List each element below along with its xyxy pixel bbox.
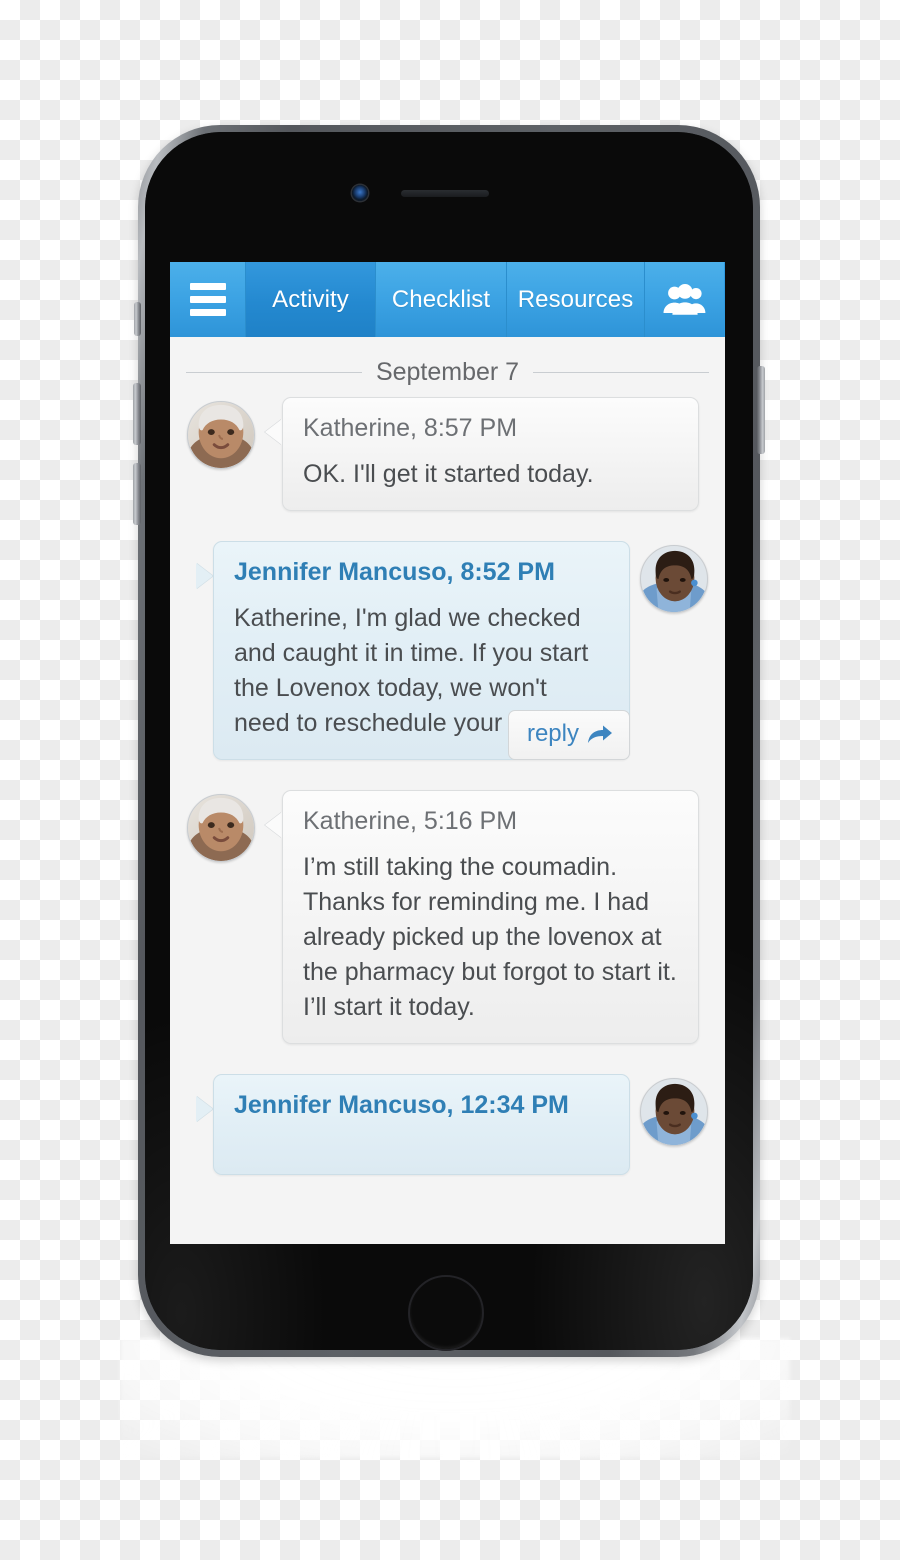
date-label: September 7: [375, 358, 520, 386]
silent-switch[interactable]: [134, 302, 141, 336]
bubble-tail-icon: [196, 563, 213, 589]
avatar[interactable]: [640, 545, 708, 613]
bubble-tail-icon: [265, 419, 282, 445]
message-bubble[interactable]: Katherine, 8:57 PM OK. I'll get it start…: [282, 397, 699, 511]
tab-checklist-label: Checklist: [391, 285, 491, 313]
bubble-wrap: Katherine, 5:16 PM I’m still taking the …: [265, 790, 699, 1044]
message-row[interactable]: Jennifer Mancuso, 12:34 PM: [170, 1074, 725, 1175]
tab-activity[interactable]: Activity: [246, 262, 376, 337]
message-header: Katherine, 5:16 PM: [303, 807, 518, 835]
date-divider: September 7: [170, 337, 725, 397]
home-button[interactable]: [408, 1275, 484, 1351]
message-body: I’m still taking the coumadin. Thanks fo…: [303, 853, 677, 1021]
navbar: Activity Checklist Resources: [170, 262, 725, 337]
message-bubble[interactable]: Katherine, 5:16 PM I’m still taking the …: [282, 790, 699, 1044]
hamburger-menu-icon: [189, 283, 226, 316]
reply-arrow-icon: [587, 723, 613, 745]
volume-up-button[interactable]: [133, 383, 141, 445]
message-bubble[interactable]: Jennifer Mancuso, 8:52 PM Katherine, I'm…: [213, 541, 630, 760]
front-camera-icon: [352, 185, 368, 201]
menu-button[interactable]: [170, 262, 246, 337]
tab-checklist[interactable]: Checklist: [376, 262, 507, 337]
message-header: Jennifer Mancuso, 8:52 PM: [234, 558, 555, 586]
message-row[interactable]: Katherine, 8:57 PM OK. I'll get it start…: [170, 397, 725, 511]
message-row[interactable]: Katherine, 5:16 PM I’m still taking the …: [170, 790, 725, 1044]
avatar[interactable]: [187, 794, 255, 862]
bubble-tail-icon: [265, 812, 282, 838]
avatar[interactable]: [187, 401, 255, 469]
tab-activity-label: Activity: [272, 285, 349, 313]
people-group-icon: [663, 283, 707, 316]
power-button[interactable]: [757, 366, 765, 454]
care-team-button[interactable]: [645, 262, 724, 337]
bubble-wrap: Katherine, 8:57 PM OK. I'll get it start…: [265, 397, 699, 511]
tab-resources[interactable]: Resources: [507, 262, 645, 337]
bubble-tail-icon: [196, 1096, 213, 1122]
bubble-wrap: Jennifer Mancuso, 8:52 PM Katherine, I'm…: [196, 541, 630, 760]
divider-rule-right: [533, 372, 710, 373]
phone-screen: Activity Checklist Resources September 7…: [170, 262, 725, 1244]
volume-down-button[interactable]: [133, 463, 141, 525]
avatar[interactable]: [640, 1078, 708, 1146]
bubble-wrap: Jennifer Mancuso, 12:34 PM: [196, 1074, 630, 1175]
reply-button-label: reply: [526, 720, 579, 747]
message-bubble[interactable]: Jennifer Mancuso, 12:34 PM: [213, 1074, 630, 1175]
divider-rule-left: [186, 372, 362, 373]
activity-feed[interactable]: September 7 Katherine, 8:57 PM OK. I'll …: [170, 337, 725, 1244]
message-header: Jennifer Mancuso, 12:34 PM: [234, 1091, 569, 1119]
reply-button[interactable]: reply: [507, 710, 630, 760]
message-header: Katherine, 8:57 PM: [303, 414, 518, 442]
earpiece-speaker: [401, 190, 489, 197]
message-body: OK. I'll get it started today.: [303, 460, 594, 488]
message-row[interactable]: Jennifer Mancuso, 8:52 PM Katherine, I'm…: [170, 541, 725, 760]
tab-resources-label: Resources: [517, 285, 634, 313]
